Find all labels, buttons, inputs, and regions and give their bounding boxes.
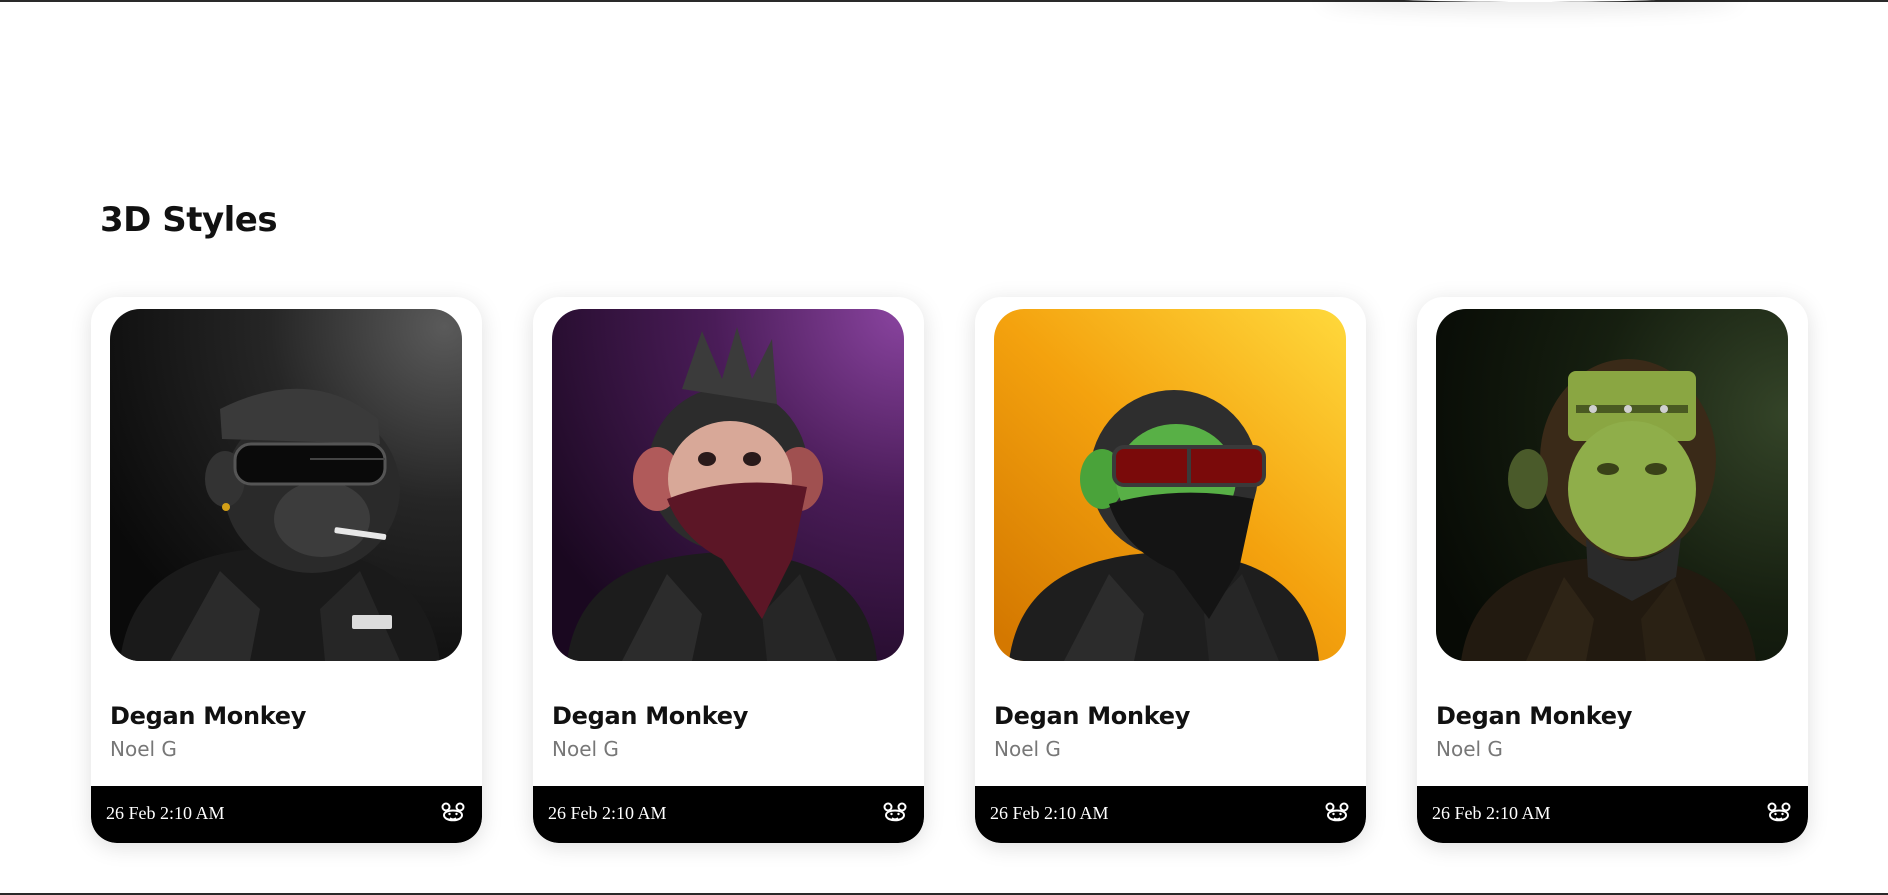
bear-icon[interactable]	[440, 801, 466, 827]
nft-card[interactable]: Degan Monkey Noel G 26 Feb 2:10 AM	[91, 297, 482, 843]
card-title[interactable]: Degan Monkey	[110, 702, 306, 730]
card-footer: 26 Feb 2:10 AM	[91, 786, 482, 843]
card-author[interactable]: Noel G	[994, 737, 1061, 761]
card-author[interactable]: Noel G	[552, 737, 619, 761]
card-date: 26 Feb 2:10 AM	[990, 803, 1109, 823]
card-image[interactable]	[994, 309, 1346, 661]
bear-icon[interactable]	[1766, 801, 1792, 827]
card-grid: Degan Monkey Noel G 26 Feb 2:10 AM Degan…	[91, 297, 1811, 843]
card-image[interactable]	[552, 309, 904, 661]
monkey-mohawk-bandana-image	[552, 309, 904, 661]
card-author[interactable]: Noel G	[110, 737, 177, 761]
bear-icon[interactable]	[882, 801, 908, 827]
monkey-green-face-image	[994, 309, 1346, 661]
card-footer: 26 Feb 2:10 AM	[1417, 786, 1808, 843]
card-image[interactable]	[110, 309, 462, 661]
card-date: 26 Feb 2:10 AM	[1432, 803, 1551, 823]
card-footer: 26 Feb 2:10 AM	[533, 786, 924, 843]
bear-icon[interactable]	[1324, 801, 1350, 827]
card-date: 26 Feb 2:10 AM	[106, 803, 225, 823]
card-date: 26 Feb 2:10 AM	[548, 803, 667, 823]
monkey-frankenstein-image	[1436, 309, 1788, 661]
card-title[interactable]: Degan Monkey	[994, 702, 1190, 730]
monkey-cap-sunglasses-image	[110, 309, 462, 661]
section-title: 3D Styles	[100, 200, 278, 240]
card-title[interactable]: Degan Monkey	[1436, 702, 1632, 730]
nft-card[interactable]: Degan Monkey Noel G 26 Feb 2:10 AM	[1417, 297, 1808, 843]
card-author[interactable]: Noel G	[1436, 737, 1503, 761]
card-image[interactable]	[1436, 309, 1788, 661]
nft-card[interactable]: Degan Monkey Noel G 26 Feb 2:10 AM	[533, 297, 924, 843]
card-footer: 26 Feb 2:10 AM	[975, 786, 1366, 843]
nft-card[interactable]: Degan Monkey Noel G 26 Feb 2:10 AM	[975, 297, 1366, 843]
card-title[interactable]: Degan Monkey	[552, 702, 748, 730]
